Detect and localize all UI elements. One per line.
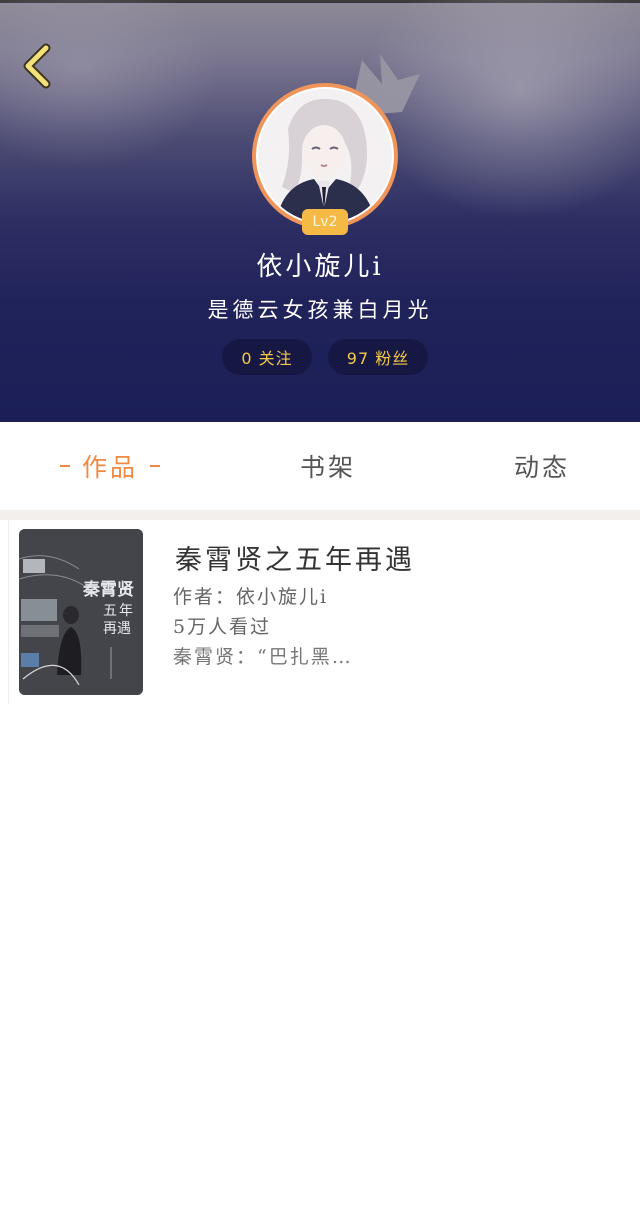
book-author: 作者：依小旋儿i	[173, 586, 329, 608]
tab-works-label: 作品	[81, 453, 138, 482]
tab-activity-label: 动态	[513, 453, 570, 482]
tab-activity[interactable]: 动态	[472, 422, 612, 510]
book-cover-image[interactable]: 秦霄贤 五 年 再遇	[19, 529, 143, 695]
chevron-left-icon	[23, 43, 51, 89]
profile-tabs: 作品 书架 动态	[0, 422, 640, 510]
cover-subtitle-2: 年	[119, 603, 133, 619]
fans-count: 97 粉丝	[346, 349, 410, 368]
avatar-image	[258, 89, 392, 223]
tab-active-indicator-left	[59, 465, 70, 467]
profile-header: Lv2 依小旋儿i 是德云女孩兼白月光 0 关注 97 粉丝	[0, 0, 640, 422]
user-bio: 是德云女孩兼白月光	[207, 298, 433, 322]
fans-count-pill[interactable]: 97 粉丝	[328, 339, 428, 375]
tab-bookshelf[interactable]: 书架	[258, 422, 398, 510]
cover-subtitle-1: 五	[103, 603, 117, 619]
cover-subtitle-3: 再遇	[103, 621, 131, 637]
work-list-item[interactable]: 秦霄贤 五 年 再遇 秦霄贤之五年再遇 作者：依小旋儿i 5万人看过 秦霄贤：“…	[8, 520, 640, 704]
level-badge: Lv2	[302, 209, 348, 235]
book-cover-art: 秦霄贤 五 年 再遇	[19, 529, 143, 695]
book-views: 5万人看过	[173, 616, 272, 638]
following-count-pill[interactable]: 0 关注	[222, 339, 312, 375]
book-snippet: 秦霄贤：“巴扎黑…	[173, 646, 353, 668]
avatar[interactable]	[252, 83, 398, 229]
username: 依小旋儿i	[256, 252, 384, 282]
book-title[interactable]: 秦霄贤之五年再遇	[175, 538, 415, 577]
following-count: 0 关注	[241, 349, 293, 368]
tab-works[interactable]: 作品	[40, 422, 180, 510]
cover-title-text: 秦霄贤	[83, 579, 134, 600]
tab-bookshelf-label: 书架	[299, 453, 356, 482]
section-divider	[0, 510, 640, 520]
tab-active-indicator-right	[150, 465, 160, 467]
back-button[interactable]	[14, 40, 60, 92]
